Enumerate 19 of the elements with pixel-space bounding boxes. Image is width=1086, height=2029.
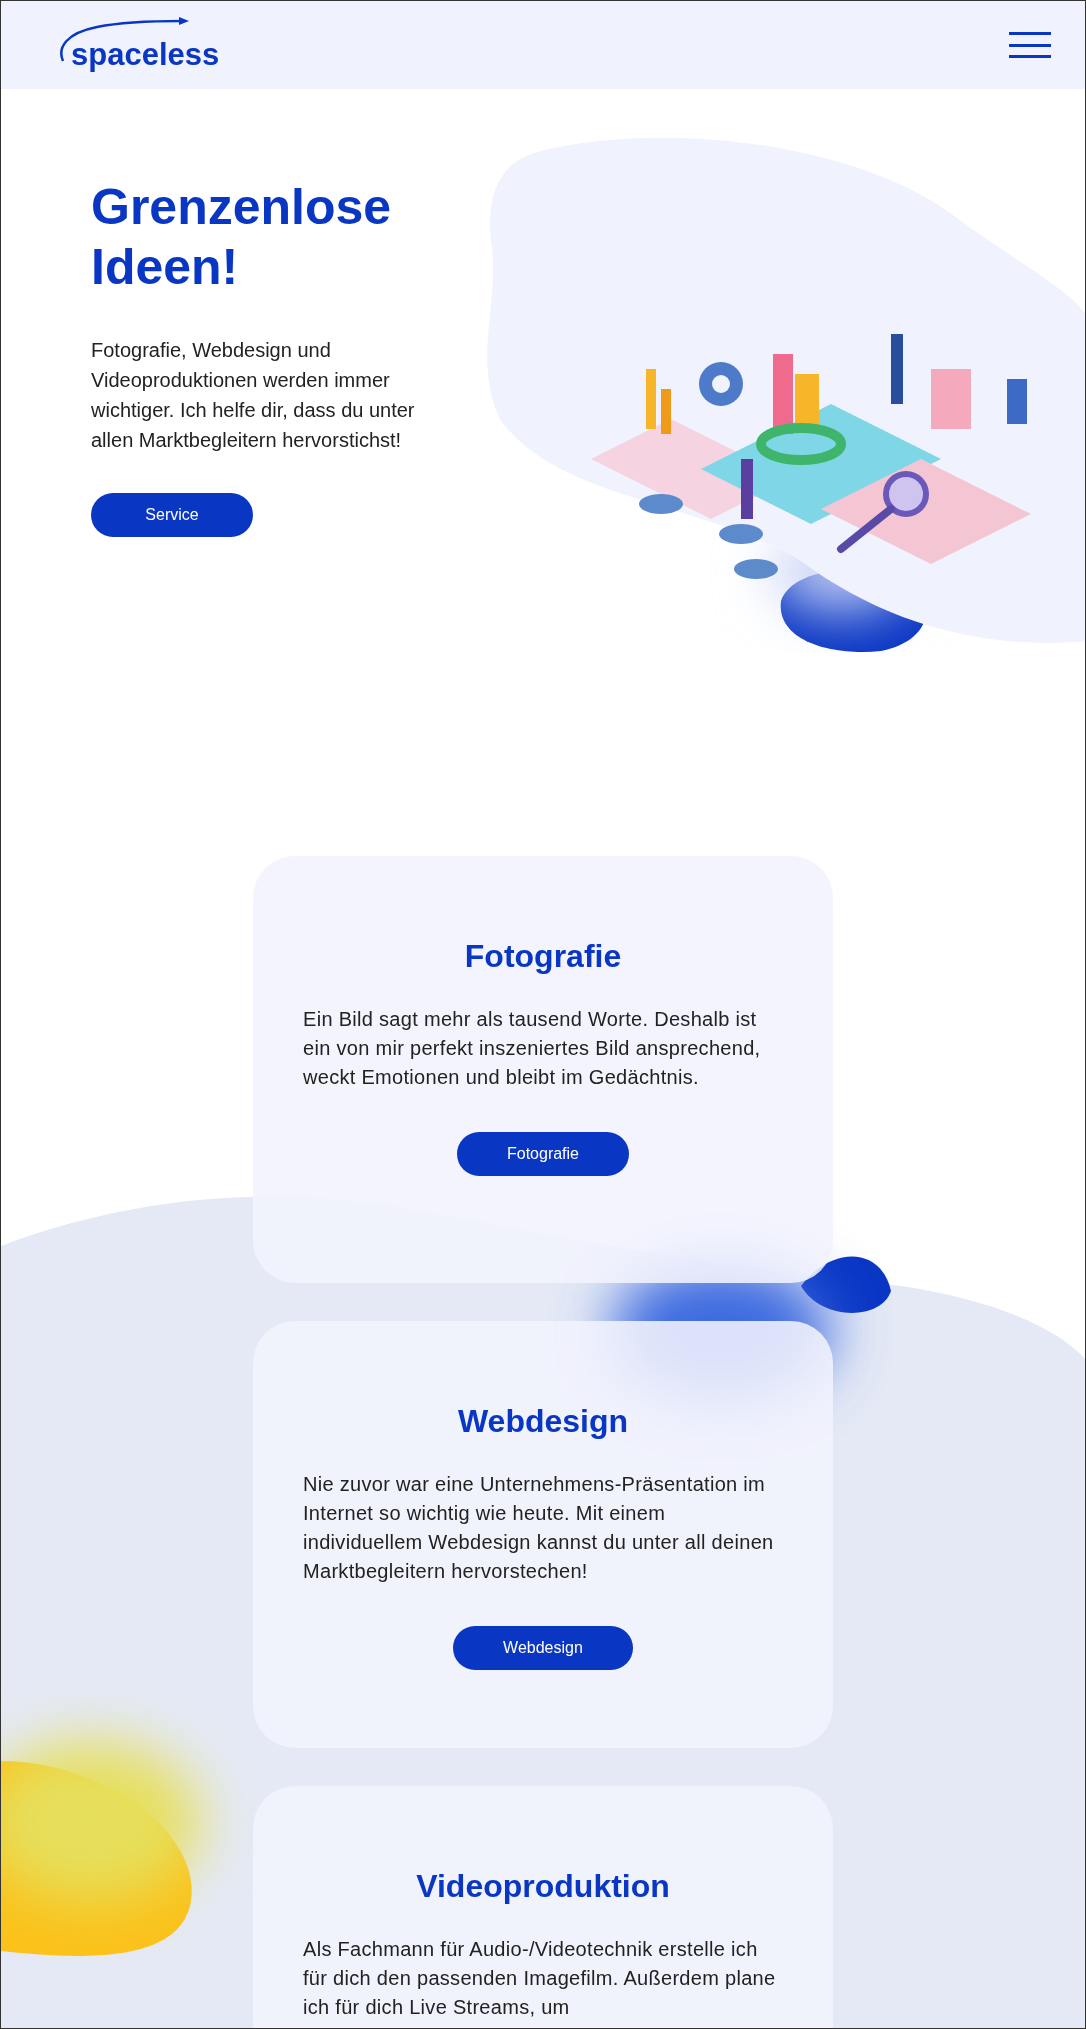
card-text: Nie zuvor war eine Unternehmens-Präsentation im Internet so wichtig wie heute. Mit einem individuellem Webdesign kannst du unter all deinen Marktbegleitern hervorstechen!: [303, 1472, 775, 1584]
card-title: Videoproduktion: [416, 1868, 670, 1905]
logo-link[interactable]: spaceless: [57, 15, 237, 75]
coin-drawing: [734, 559, 778, 579]
menu-icon[interactable]: [1009, 30, 1051, 60]
gear-icon: [699, 362, 743, 406]
service-button[interactable]: Service: [91, 493, 253, 537]
card-title: Fotografie: [464, 938, 622, 975]
coin-drawing: [639, 494, 683, 514]
coin-drawing: [719, 524, 763, 544]
card-button[interactable]: Webdesign: [453, 1626, 633, 1670]
magnifier-icon: [837, 471, 929, 553]
hero-title: Grenzenlose Ideen!: [91, 178, 393, 297]
card-button[interactable]: Fotografie: [456, 1132, 629, 1176]
card-title: Webdesign: [457, 1403, 629, 1440]
bar-chart-drawing: [646, 369, 671, 434]
card-text: Als Fachmann für Audio-/Videotechnik erstelle ich für dich den passenden Imagefilm. Außerdem plane ich für dich Live Streams, um: [303, 1937, 777, 2020]
card-text: Ein Bild sagt mehr als tausend Worte. Deshalb ist ein von mir perfekt inszeniertes Bild ansprechend, weckt Emotionen und bleibt im Gedächtnis.: [303, 1007, 762, 1090]
hero-text: Fotografie, Webdesign und Videoproduktionen werden immer wichtiger. Ich helfe dir, dass du unter allen Marktbegleitern hervorstichst!: [91, 338, 416, 453]
